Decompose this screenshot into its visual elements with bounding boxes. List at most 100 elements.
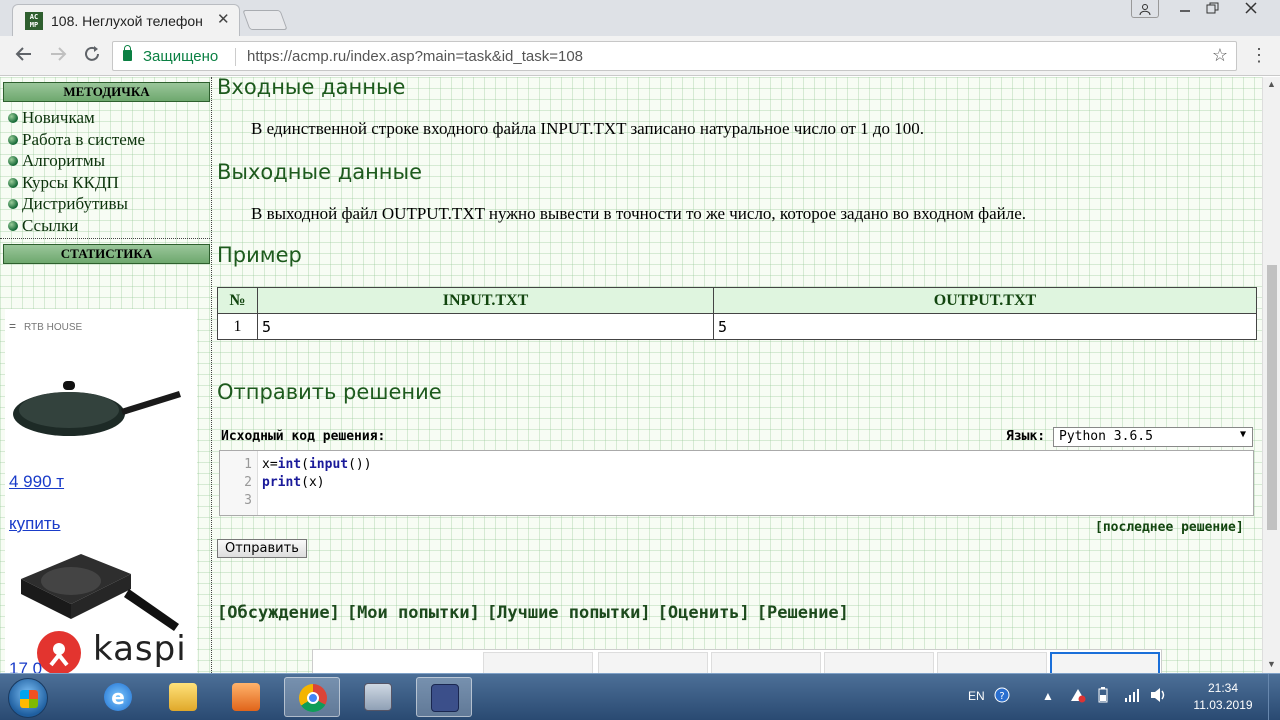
battery-icon[interactable]: [1098, 687, 1108, 706]
scroll-down-icon[interactable]: ▼: [1267, 659, 1276, 669]
ad-buy-link[interactable]: купить: [9, 514, 60, 534]
example-output-cell: 5: [713, 313, 1257, 340]
bullet-icon: [8, 199, 18, 209]
dropdown-arrow-icon: ▼: [1239, 429, 1246, 440]
sidebar-item-links[interactable]: Ссылки: [8, 215, 145, 237]
scroll-up-icon[interactable]: ▲: [1267, 79, 1276, 89]
carousel-item-selected[interactable]: [1050, 652, 1160, 673]
restore-icon[interactable]: [1198, 0, 1228, 22]
carousel-item[interactable]: [483, 652, 593, 673]
browser-tab[interactable]: AC MP 108. Неглухой телефон ✕: [12, 4, 240, 36]
lock-icon[interactable]: [123, 45, 132, 61]
close-tab-icon[interactable]: ✕: [217, 10, 230, 28]
network-icon[interactable]: [1124, 687, 1140, 706]
task-links: [Обсуждение] [Мои попытки] [Лучшие попытки…: [217, 603, 856, 623]
carousel-item[interactable]: [598, 652, 708, 673]
explorer-icon[interactable]: [155, 677, 211, 717]
scrollbar-thumb[interactable]: [1267, 265, 1277, 530]
output-description: В выходной файл OUTPUT.TXT нужно вывести…: [251, 204, 1027, 223]
vertical-scrollbar[interactable]: ▲ ▼: [1262, 77, 1280, 673]
sidebar-item-distributives[interactable]: Дистрибутивы: [8, 193, 145, 215]
tab-title: 108. Неглухой телефон: [51, 13, 203, 29]
my-attempts-link[interactable]: [Мои попытки]: [347, 603, 480, 623]
line-number: 1: [244, 457, 252, 472]
rate-link[interactable]: [Оценить]: [658, 603, 750, 623]
svg-text:?: ?: [999, 691, 1004, 702]
reload-icon[interactable]: [82, 44, 102, 70]
sidebar-item-courses[interactable]: Курсы ККДП: [8, 172, 145, 194]
discussion-link[interactable]: [Обсуждение]: [217, 603, 340, 623]
task-main: Входные данные В единственной строке вхо…: [217, 77, 1262, 673]
best-attempts-link[interactable]: [Лучшие попытки]: [487, 603, 651, 623]
help-icon[interactable]: ?: [994, 687, 1010, 706]
last-solution-link[interactable]: [последнее решение]: [1095, 520, 1244, 535]
action-center-icon[interactable]: [1070, 687, 1086, 706]
line-number: 2: [244, 475, 252, 490]
keyboard-language[interactable]: EN: [968, 689, 985, 703]
language-select[interactable]: Python 3.6.5 ▼: [1053, 427, 1253, 447]
new-tab-button[interactable]: [242, 10, 288, 30]
ad-menu-icon[interactable]: =: [9, 319, 16, 333]
methodology-header: МЕТОДИЧКА: [3, 82, 210, 102]
solution-link[interactable]: [Решение]: [757, 603, 849, 623]
page-content: МЕТОДИЧКА Новичкам Работа в системе Алго…: [0, 77, 1262, 673]
system-clock[interactable]: 21:34 11.03.2019: [1188, 680, 1258, 714]
line-number-gutter: 1 2 3: [220, 451, 258, 515]
back-icon[interactable]: [14, 44, 34, 70]
bullet-icon: [8, 220, 18, 231]
input-heading: Входные данные: [217, 77, 406, 99]
minimize-icon[interactable]: [1170, 0, 1200, 22]
advertisement[interactable]: = RTB HOUSE 4 990 т купить kaspi 17 0: [5, 309, 197, 673]
sidebar-divider: [0, 238, 210, 239]
code-line-2[interactable]: print(x): [262, 474, 325, 492]
show-desktop-button[interactable]: [1268, 674, 1280, 720]
user-profile-icon[interactable]: [1131, 0, 1159, 18]
submit-button[interactable]: Отправить: [217, 539, 307, 558]
example-table: № INPUT.TXT OUTPUT.TXT 1 5 5: [217, 287, 1257, 340]
frying-pan-image[interactable]: [11, 379, 181, 439]
column-header-input: INPUT.TXT: [257, 287, 714, 314]
menu-icon[interactable]: ⋮: [1250, 45, 1268, 66]
carousel-item[interactable]: [937, 652, 1047, 673]
address-bar[interactable]: Защищено https://acmp.ru/index.asp?main=…: [112, 41, 1237, 71]
star-icon[interactable]: ☆: [1212, 45, 1228, 66]
sidebar-item-algorithms[interactable]: Алгоритмы: [8, 150, 145, 172]
table-header-row: № INPUT.TXT OUTPUT.TXT: [217, 287, 1257, 314]
bullet-icon: [8, 177, 18, 188]
tray-expand-icon[interactable]: ▲: [1042, 689, 1054, 703]
submit-heading: Отправить решение: [217, 380, 442, 404]
sidebar-item-system[interactable]: Работа в системе: [8, 129, 145, 151]
code-editor[interactable]: 1 2 3 x=int(input()) print(x): [219, 450, 1254, 516]
example-heading: Пример: [217, 243, 302, 267]
chrome-icon[interactable]: [284, 677, 340, 717]
close-window-icon[interactable]: [1236, 0, 1266, 22]
sidebar: МЕТОДИЧКА Новичкам Работа в системе Алго…: [0, 77, 212, 673]
calculator-icon[interactable]: [350, 677, 406, 717]
clock-time: 21:34: [1207, 681, 1239, 695]
statistics-header: СТАТИСТИКА: [3, 244, 210, 264]
carousel-item[interactable]: [824, 652, 934, 673]
ie-icon[interactable]: e: [90, 677, 146, 717]
bullet-icon: [8, 113, 18, 123]
ad-price-link[interactable]: 4 990 т: [9, 472, 64, 492]
secure-label[interactable]: Защищено: [143, 48, 218, 65]
carousel-item[interactable]: [711, 652, 821, 673]
clock-date: 11.03.2019: [1193, 698, 1253, 712]
volume-icon[interactable]: [1150, 687, 1168, 706]
ad-provider-label: = RTB HOUSE: [9, 319, 83, 333]
input-description: В единственной строке входного файла INP…: [251, 119, 925, 138]
ad-second-price-link[interactable]: 17 0: [9, 659, 42, 673]
bullet-icon: [8, 156, 18, 166]
product-carousel[interactable]: [312, 649, 1162, 673]
url-text[interactable]: https://acmp.ru/index.asp?main=task&id_t…: [247, 48, 583, 65]
url-divider: [235, 48, 236, 66]
table-row: 1 5 5: [217, 313, 1257, 340]
floppy-icon[interactable]: [416, 677, 472, 717]
media-icon[interactable]: [218, 677, 274, 717]
example-number-cell: 1: [217, 313, 258, 340]
code-line-1[interactable]: x=int(input()): [262, 456, 372, 474]
start-icon[interactable]: [8, 678, 48, 718]
grill-pan-image[interactable]: [11, 549, 181, 639]
forward-icon[interactable]: [48, 44, 68, 70]
sidebar-item-newbies[interactable]: Новичкам: [8, 107, 145, 129]
